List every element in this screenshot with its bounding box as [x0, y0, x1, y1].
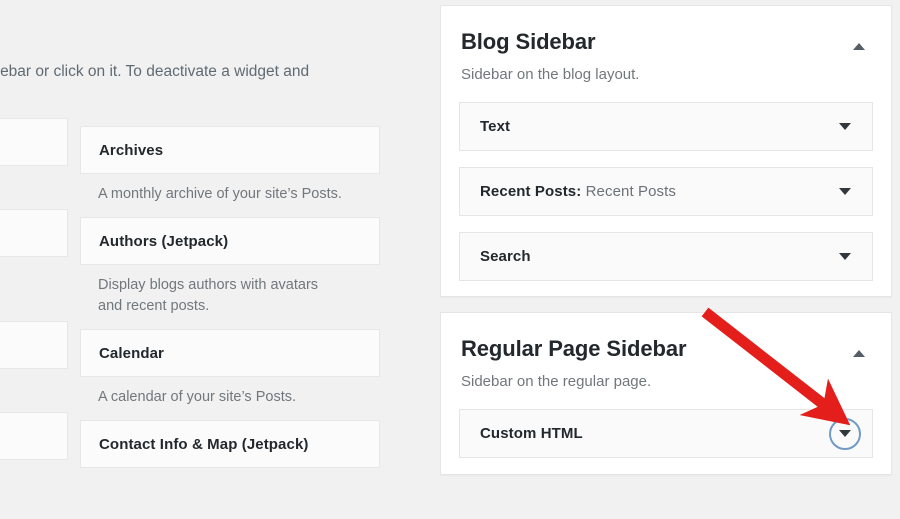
- partial-widget-column: ments: [0, 0, 68, 460]
- panel-collapse-toggle[interactable]: [849, 343, 869, 363]
- partial-widget-card[interactable]: [0, 118, 68, 166]
- partial-widget-card[interactable]: [0, 412, 68, 460]
- widget-card-authors-jetpack[interactable]: Authors (Jetpack): [80, 217, 380, 265]
- partial-widget-description: [0, 369, 68, 412]
- caret-down-icon: [839, 123, 851, 130]
- panel-collapse-toggle[interactable]: [849, 36, 869, 56]
- partial-widget-description: ments: [0, 166, 68, 209]
- page-title: Blog Sidebar: [461, 29, 596, 54]
- available-widgets-region: idebar or click on it. To deactivate a w…: [0, 0, 420, 519]
- sidebar-widget-expand-toggle[interactable]: [834, 181, 856, 203]
- assigned-widget-list: Text Recent Posts: Recent Posts Search: [441, 90, 891, 281]
- sidebar-widget-label: Search: [480, 248, 531, 265]
- caret-up-icon: [853, 349, 865, 357]
- assigned-widget-list: Custom HTML: [441, 397, 891, 458]
- sidebar-widget-custom-html[interactable]: Custom HTML: [459, 409, 873, 458]
- sidebar-widget-label: Custom HTML: [480, 425, 583, 442]
- panel-description: Sidebar on the blog layout.: [461, 66, 640, 83]
- sidebar-widget-label: Recent Posts: Recent Posts: [480, 183, 676, 200]
- caret-down-icon: [839, 253, 851, 260]
- widget-name: Custom HTML: [480, 425, 583, 442]
- widget-title: Authors (Jetpack): [99, 232, 229, 250]
- widget-title: Contact Info & Map (Jetpack): [99, 435, 309, 453]
- sidebar-widget-expand-toggle[interactable]: [834, 246, 856, 268]
- panel-header[interactable]: Regular Page Sidebar Sidebar on the regu…: [441, 313, 891, 397]
- partial-widget-card[interactable]: [0, 209, 68, 257]
- widget-name: Text: [480, 118, 511, 135]
- widget-name: Search: [480, 248, 531, 265]
- widget-description: A monthly archive of your site’s Posts.: [98, 186, 342, 202]
- widget-card-contact-info-map-jetpack[interactable]: Contact Info & Map (Jetpack): [80, 420, 380, 468]
- widget-card-archives[interactable]: Archives: [80, 126, 380, 174]
- caret-up-icon: [853, 42, 865, 50]
- widget-title: Calendar: [99, 344, 164, 362]
- panel-description: Sidebar on the regular page.: [461, 373, 652, 390]
- sidebar-widget-label: Text: [480, 118, 510, 135]
- widgets-admin-screen: idebar or click on it. To deactivate a w…: [0, 0, 900, 519]
- widget-description: Display blogs authors with avatars and r…: [98, 277, 319, 314]
- widget-instance: Recent Posts: [581, 183, 677, 200]
- partial-widget-description: [0, 257, 68, 321]
- widget-title: Archives: [99, 141, 164, 159]
- sidebar-panel-blog-sidebar: Blog Sidebar Sidebar on the blog layout.…: [440, 5, 892, 297]
- widget-card-calendar[interactable]: Calendar: [80, 329, 380, 377]
- widget-name: Recent Posts:: [480, 183, 582, 200]
- sidebar-panel-regular-page-sidebar: Regular Page Sidebar Sidebar on the regu…: [440, 312, 892, 475]
- widget-description: A calendar of your site’s Posts.: [98, 389, 297, 405]
- page-title: Regular Page Sidebar: [461, 336, 687, 361]
- partial-widget-card[interactable]: [0, 321, 68, 369]
- available-widgets-list: Archives A monthly archive of your site’…: [80, 0, 380, 468]
- panel-header[interactable]: Blog Sidebar Sidebar on the blog layout.: [441, 6, 891, 90]
- sidebar-widget-expand-toggle[interactable]: [834, 116, 856, 138]
- sidebar-widget-text[interactable]: Text: [459, 102, 873, 151]
- sidebar-widget-recent-posts[interactable]: Recent Posts: Recent Posts: [459, 167, 873, 216]
- custom-html-toggle[interactable]: [829, 417, 861, 450]
- sidebar-widget-search[interactable]: Search: [459, 232, 873, 281]
- caret-down-icon: [839, 188, 851, 195]
- caret-down-icon: [839, 430, 851, 437]
